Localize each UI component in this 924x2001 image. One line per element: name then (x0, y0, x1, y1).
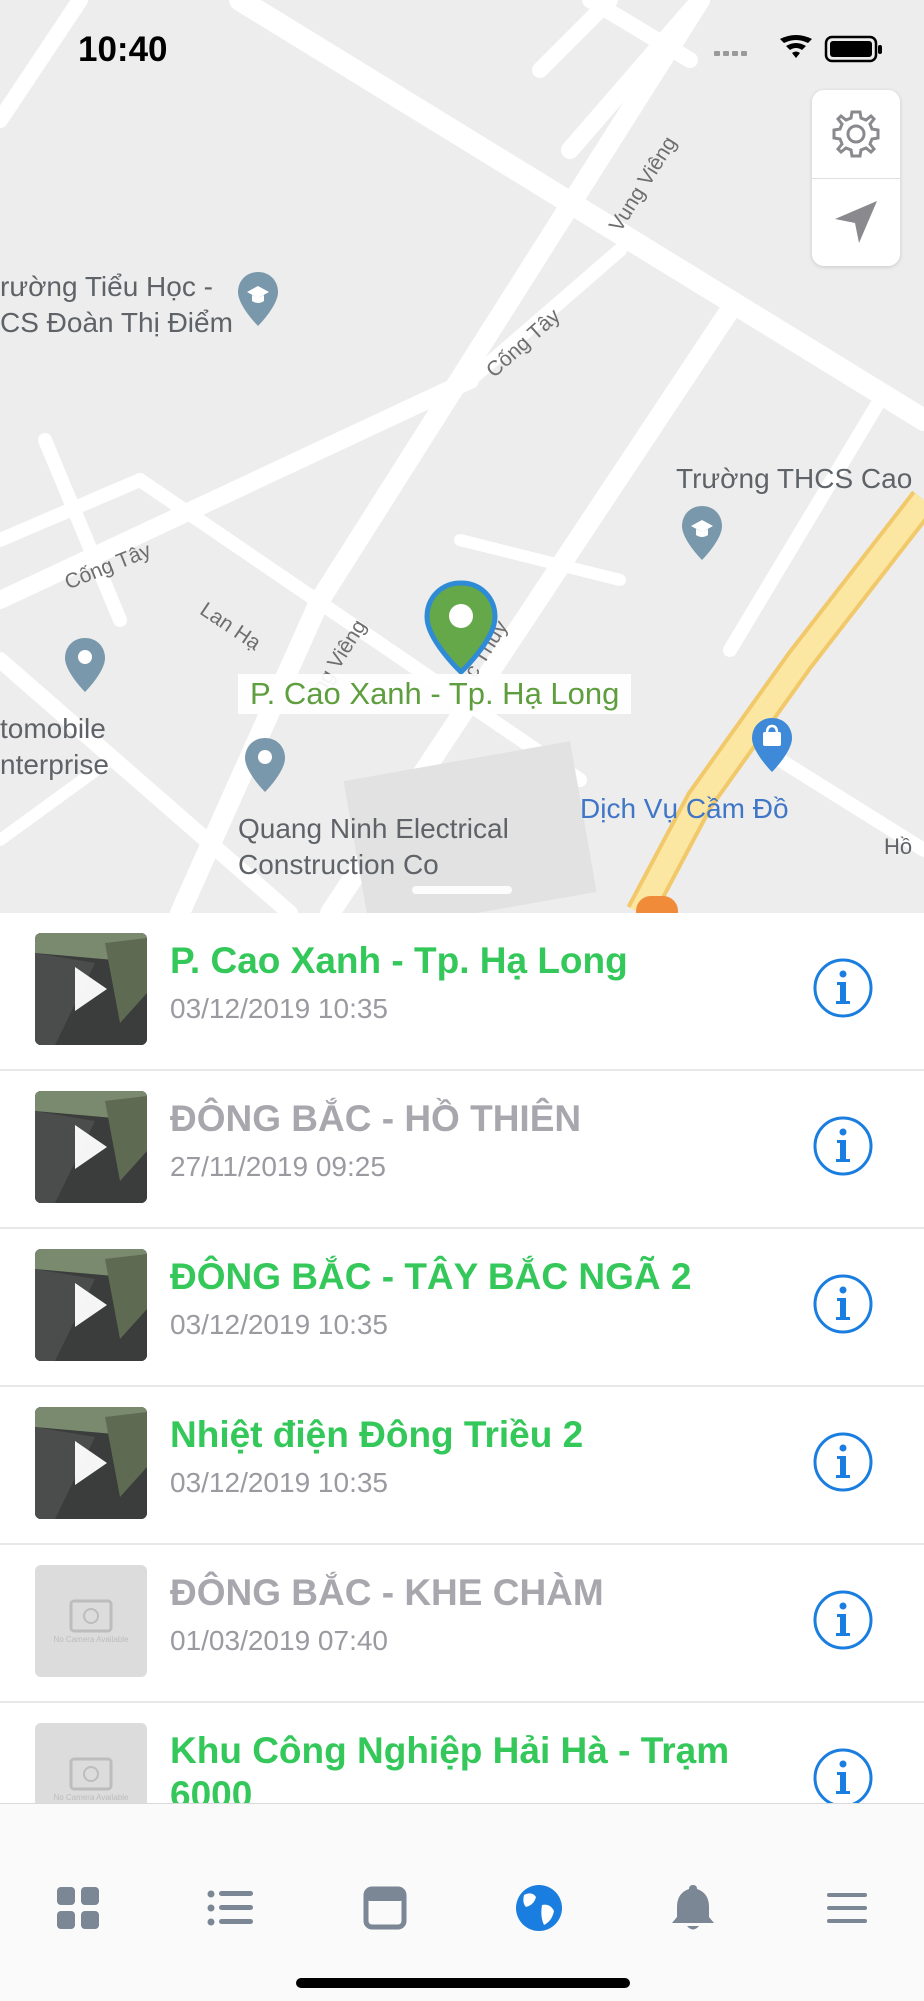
info-icon[interactable] (812, 1589, 874, 1651)
camera-time: 10:35 (317, 1309, 388, 1340)
camera-time: 07:40 (317, 1625, 388, 1656)
camera-row[interactable]: Nhiệt điện Đông Triều 2 03/12/2019 10:35 (0, 1387, 924, 1545)
map-roads (0, 0, 924, 913)
camera-row[interactable]: P. Cao Xanh - Tp. Hạ Long 03/12/2019 10:3… (0, 913, 924, 1071)
poi-label: CS Đoàn Thị Điểm (0, 307, 233, 338)
camera-row[interactable]: ĐÔNG BẮC - TÂY BẮC NGÃ 2 03/12/2019 10:35 (0, 1229, 924, 1387)
no-camera-thumbnail[interactable]: No Camera Available (35, 1565, 147, 1677)
poi-label: rường Tiểu Học - (0, 271, 213, 302)
home-indicator (296, 1978, 630, 1988)
poi-label: Dịch Vụ Cầm Đồ (580, 793, 789, 824)
info-icon[interactable] (812, 1747, 874, 1803)
camera-row[interactable]: No Camera Available ĐÔNG BẮC - KHE CHÀM 01… (0, 1545, 924, 1703)
poi-label: Trường THCS Cao (676, 463, 913, 494)
status-bar: 10:40 (0, 0, 924, 100)
wifi-icon (780, 35, 812, 58)
info-icon[interactable] (812, 1431, 874, 1493)
place-pin-icon[interactable] (63, 636, 107, 694)
info-icon[interactable] (812, 1115, 874, 1177)
poi-label: tomobile (0, 713, 106, 744)
poi-label: Hồ (884, 834, 913, 859)
camera-row[interactable]: ĐÔNG BẮC - HỒ THIÊN 27/11/2019 09:25 (0, 1071, 924, 1229)
camera-list[interactable]: P. Cao Xanh - Tp. Hạ Long 03/12/2019 10:3… (0, 913, 924, 1803)
school-pin-icon[interactable] (236, 270, 280, 328)
no-camera-label: No Camera Available (53, 1793, 129, 1802)
camera-datetime: 27/11/2019 09:25 (170, 1151, 386, 1183)
camera-date: 03/12/2019 (170, 1467, 311, 1498)
camera-time: 10:35 (317, 993, 388, 1024)
tab-notifications[interactable] (663, 1878, 723, 1938)
sheet-grabber[interactable] (412, 886, 512, 894)
window-icon (363, 1886, 407, 1930)
tab-bar (0, 1803, 924, 2001)
camera-date: 01/03/2019 (170, 1625, 311, 1656)
camera-datetime: 03/12/2019 10:35 (170, 1467, 388, 1499)
camera-date: 27/11/2019 (170, 1151, 309, 1182)
camera-thumbnail[interactable] (35, 933, 147, 1045)
camera-date: 03/12/2019 (170, 1309, 311, 1340)
play-icon (35, 933, 147, 1045)
map-controls (812, 90, 900, 266)
poi-label: nterprise (0, 749, 109, 780)
battery-icon (824, 35, 882, 63)
camera-row[interactable]: No Camera Available Khu Công Nghiệp Hải H… (0, 1703, 924, 1803)
restaurant-pin-icon[interactable] (636, 896, 678, 913)
globe-icon (516, 1885, 562, 1931)
info-icon[interactable] (812, 957, 874, 1019)
camera-off-icon (69, 1757, 113, 1791)
grid-icon (57, 1887, 99, 1929)
camera-title: ĐÔNG BẮC - TÂY BẮC NGÃ 2 (170, 1256, 692, 1297)
bell-icon (672, 1885, 714, 1930)
tab-menu[interactable] (817, 1878, 877, 1938)
status-icons (714, 35, 882, 63)
camera-off-icon (69, 1599, 113, 1633)
gear-icon (832, 110, 880, 158)
location-arrow-icon (835, 201, 877, 243)
no-camera-label: No Camera Available (53, 1635, 129, 1644)
info-icon[interactable] (812, 1273, 874, 1335)
camera-title: ĐÔNG BẮC - HỒ THIÊN (170, 1098, 582, 1139)
tab-calendar[interactable] (355, 1878, 415, 1938)
status-time: 10:40 (78, 30, 168, 69)
poi-label: Quang Ninh Electrical (238, 813, 509, 844)
play-icon (35, 1249, 147, 1361)
signal-icon (714, 51, 747, 56)
tab-list[interactable] (201, 1878, 261, 1938)
camera-title: ĐÔNG BẮC - KHE CHÀM (170, 1572, 604, 1613)
selected-marker-label: P. Cao Xanh - Tp. Hạ Long (238, 674, 632, 714)
map-settings-button[interactable] (812, 90, 900, 178)
camera-datetime: 03/12/2019 10:35 (170, 993, 388, 1025)
school-pin-icon[interactable] (680, 504, 724, 562)
camera-marker-icon[interactable] (423, 580, 499, 676)
locate-me-button[interactable] (812, 178, 900, 266)
no-camera-thumbnail[interactable]: No Camera Available (35, 1723, 147, 1803)
camera-title: Nhiệt điện Đông Triều 2 (170, 1414, 584, 1455)
map-view[interactable]: Vung Viêng Cống Tây Cống Tây Lan Hạ ng V… (0, 0, 924, 913)
camera-datetime: 01/03/2019 07:40 (170, 1625, 388, 1657)
play-icon (35, 1407, 147, 1519)
tab-map[interactable] (509, 1878, 569, 1938)
camera-thumbnail[interactable] (35, 1407, 147, 1519)
camera-thumbnail[interactable] (35, 1091, 147, 1203)
camera-time: 09:25 (315, 1151, 386, 1182)
camera-thumbnail[interactable] (35, 1249, 147, 1361)
camera-date: 03/12/2019 (170, 993, 311, 1024)
play-icon (35, 1091, 147, 1203)
poi-label: Construction Co (238, 849, 439, 880)
shopping-pin-icon[interactable] (750, 716, 794, 774)
hamburger-icon (827, 1893, 867, 1923)
camera-datetime: 03/12/2019 10:35 (170, 1309, 388, 1341)
place-pin-icon[interactable] (243, 736, 287, 794)
camera-title: Khu Công Nghiệp Hải Hà - Trạm 6000 (170, 1730, 730, 1803)
tab-dashboard[interactable] (48, 1878, 108, 1938)
camera-title: P. Cao Xanh - Tp. Hạ Long (170, 940, 628, 981)
camera-time: 10:35 (317, 1467, 388, 1498)
list-icon (207, 1890, 253, 1926)
